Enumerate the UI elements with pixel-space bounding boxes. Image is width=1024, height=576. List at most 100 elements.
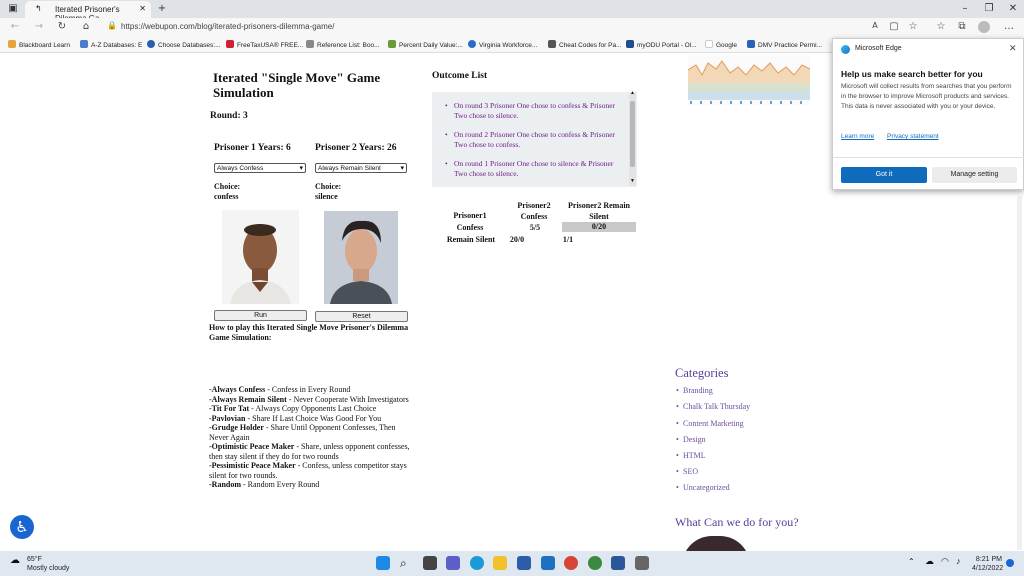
chrome-alt-icon[interactable] — [588, 556, 602, 570]
popup-heading: Help us make search better for you — [841, 69, 983, 79]
edge-popup: Microsoft Edge ✕ Help us make search bet… — [832, 38, 1024, 190]
round-label: Round: 3 — [210, 111, 248, 121]
app-icon[interactable]: ▢ — [887, 21, 901, 32]
accessibility-icon[interactable]: ♿ — [10, 515, 34, 539]
bookmark-item[interactable]: FreeTaxUSA® FREE... — [226, 40, 303, 49]
chrome-icon[interactable] — [564, 556, 578, 570]
popup-divider — [833, 157, 1024, 158]
page-scrollbar[interactable] — [1017, 196, 1022, 550]
task-view-icon[interactable] — [423, 556, 437, 570]
matrix-cell: 5/5 — [529, 223, 541, 232]
learn-more-link[interactable]: Learn more — [841, 133, 874, 140]
bookmark-item[interactable]: myODU Portal - Ol... — [626, 40, 697, 49]
bookmark-item[interactable]: Reference List: Boo... — [306, 40, 380, 49]
more-menu-icon[interactable]: … — [1002, 21, 1016, 32]
edge-icon[interactable] — [470, 556, 484, 570]
game-title: Iterated "Single Move" Game Simulation — [213, 70, 381, 100]
bookmark-icon — [306, 40, 314, 48]
volume-icon[interactable]: ♪ — [956, 556, 961, 566]
tab-close-icon[interactable]: ✕ — [139, 4, 146, 13]
favorite-add-icon[interactable]: ☆ — [906, 21, 920, 32]
file-explorer-icon[interactable] — [493, 556, 507, 570]
strategy-item: -Always Remain Silent - Never Cooperate … — [209, 394, 409, 404]
maximize-icon[interactable]: ❐ — [982, 3, 996, 14]
scroll-up-icon[interactable]: ▲ — [630, 91, 635, 96]
home-icon[interactable]: ⌂ — [79, 21, 93, 32]
bookmark-item[interactable]: Google — [705, 40, 737, 49]
strategy-item: -Tit For Tat - Always Copy Opponents Las… — [209, 404, 377, 413]
bookmark-icon — [747, 40, 755, 48]
run-button[interactable]: Run — [214, 310, 307, 321]
prisoner2-years: Prisoner 2 Years: 26 — [315, 143, 397, 153]
outcome-item: • On round 2 Prisoner One chose to confes… — [445, 130, 616, 149]
category-link-uncategorized[interactable]: • Uncategorized — [676, 483, 730, 492]
bookmark-item[interactable]: Choose Databases:... — [147, 40, 221, 49]
weather-widget[interactable]: 65°F Mostly cloudy — [27, 555, 69, 573]
category-link-content-marketing[interactable]: • Content Marketing — [676, 419, 744, 428]
profile-avatar[interactable] — [978, 21, 990, 33]
refresh-icon[interactable]: ↻ — [55, 21, 69, 32]
favorites-icon[interactable]: ☆ — [934, 21, 948, 32]
wifi-icon[interactable]: ◠ — [941, 556, 949, 567]
scrollbar-thumb[interactable] — [630, 101, 635, 167]
minimize-icon[interactable]: – — [958, 3, 972, 14]
forward-icon[interactable]: → — [32, 21, 46, 32]
category-link-chalk-talk[interactable]: • Chalk Talk Thursday — [676, 402, 750, 411]
notification-icon[interactable] — [1006, 559, 1014, 567]
back-icon[interactable]: ← — [8, 21, 22, 32]
teams-icon[interactable] — [446, 556, 460, 570]
new-tab-icon[interactable]: + — [155, 3, 169, 14]
category-link-html[interactable]: • HTML — [676, 451, 706, 460]
lock-icon[interactable]: 🔒 — [105, 21, 119, 30]
sidebar-thumbnail[interactable] — [688, 55, 810, 105]
category-link-design[interactable]: • Design — [676, 435, 706, 444]
close-window-icon[interactable]: ✕ — [1006, 3, 1020, 14]
bookmark-item[interactable]: Percent Daily Value:... — [388, 40, 463, 49]
tray-chevron-icon[interactable]: ⌃ — [908, 557, 915, 566]
google-icon — [705, 40, 713, 48]
outcome-title: Outcome List — [432, 71, 488, 81]
onedrive-icon[interactable]: ☁ — [925, 556, 934, 567]
outcome-list[interactable]: • On round 3 Prisoner One chose to confes… — [432, 91, 637, 187]
matrix-cell-highlight: 0/20 — [562, 222, 636, 232]
matrix-col1-header: Prisoner2 Confess — [517, 201, 551, 221]
matrix-row2-label: Remain Silent — [446, 235, 496, 244]
manage-setting-button[interactable]: Manage setting — [932, 167, 1017, 183]
collections-icon[interactable]: ⧉ — [955, 21, 969, 32]
matrix-row1-label: Confess — [456, 223, 484, 232]
word-icon[interactable] — [611, 556, 625, 570]
choice-label: Choice: — [214, 182, 241, 191]
tab-actions-icon[interactable]: ▣ — [6, 3, 20, 14]
outcome-item: • On round 3 Prisoner One chose to confes… — [445, 101, 616, 120]
matrix-cell: 1/1 — [562, 235, 574, 244]
read-aloud-icon[interactable]: A — [868, 21, 882, 30]
privacy-statement-link[interactable]: Privacy statement — [887, 133, 939, 140]
mail-icon[interactable] — [541, 556, 555, 570]
bookmark-item[interactable]: Virginia Workforce... — [468, 40, 537, 49]
popup-close-icon[interactable]: ✕ — [1009, 43, 1017, 54]
got-it-button[interactable]: Got it — [841, 167, 927, 183]
category-link-seo[interactable]: • SEO — [676, 467, 698, 476]
bookmark-item[interactable]: Cheat Codes for Pa... — [548, 40, 622, 49]
start-icon[interactable] — [376, 556, 390, 570]
calculator-icon[interactable] — [635, 556, 649, 570]
browser-tab[interactable]: ↰ Iterated Prisoner's Dilemma Ga... ✕ — [25, 1, 151, 23]
tab-favicon-icon: ↰ — [35, 4, 42, 13]
store-icon[interactable] — [517, 556, 531, 570]
address-bar[interactable]: https://webupon.com/blog/iterated-prison… — [121, 22, 334, 31]
prisoner2-strategy-select[interactable]: Always Remain Silent — [315, 163, 407, 173]
matrix-row-header: Prisoner1 — [453, 211, 487, 220]
category-link-branding[interactable]: • Branding — [676, 386, 713, 395]
bookmark-item[interactable]: Blackboard Learn — [8, 40, 70, 49]
scroll-down-icon[interactable]: ▼ — [630, 179, 635, 184]
choice-value: confess — [214, 192, 239, 201]
prisoner1-photo — [222, 210, 299, 304]
reset-button[interactable]: Reset — [315, 311, 408, 322]
prisoner1-strategy-select[interactable]: Always Confess — [214, 163, 306, 173]
bookmark-item[interactable]: DMV Practice Permi... — [747, 40, 822, 49]
outcome-scrollbar[interactable]: ▲ ▼ — [629, 91, 636, 186]
search-icon[interactable]: ⌕ — [400, 556, 414, 570]
bookmark-item[interactable]: A-Z Databases: E — [80, 40, 142, 49]
clock[interactable]: 8:21 PM 4/12/2022 — [972, 555, 1003, 573]
prisoner1-years: Prisoner 1 Years: 6 — [214, 143, 291, 153]
